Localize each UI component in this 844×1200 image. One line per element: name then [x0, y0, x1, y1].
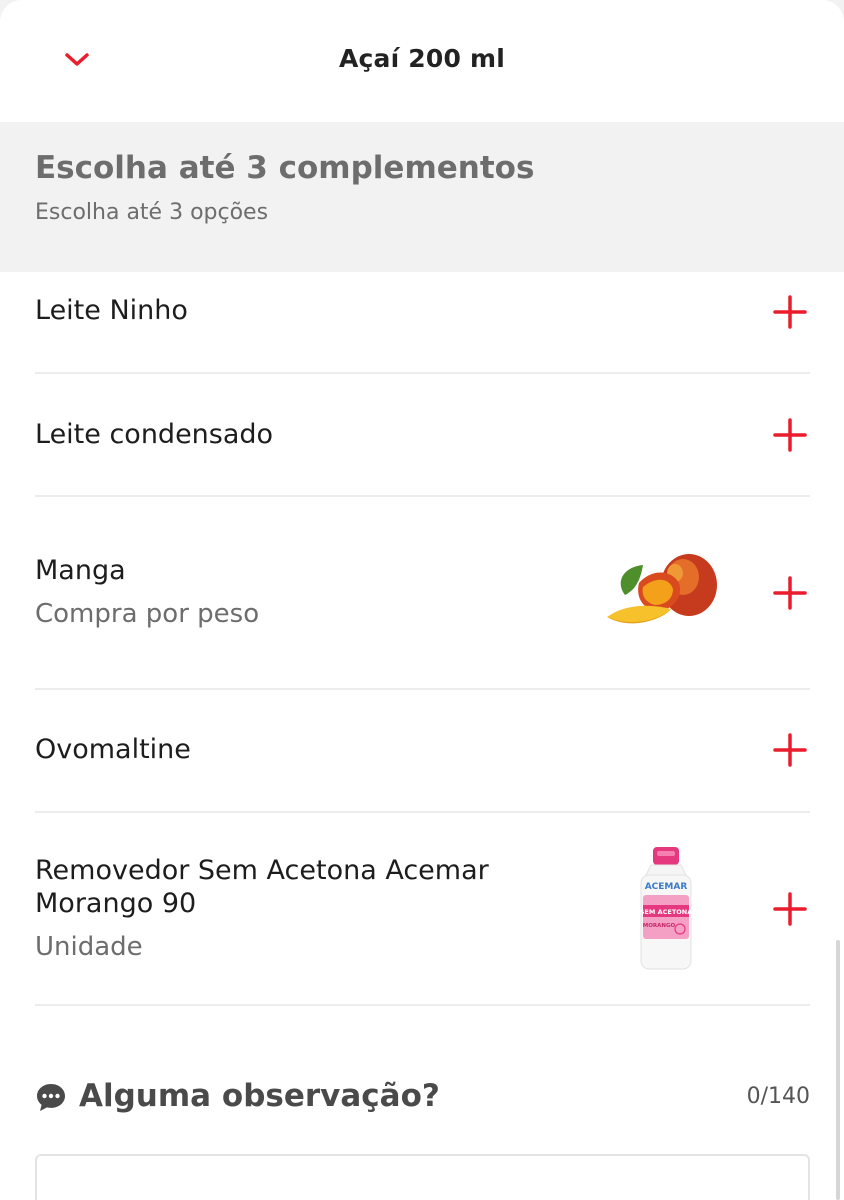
group-subtitle: Escolha até 3 opções [35, 200, 269, 225]
options-sheet: Açaí 200 ml Escolha até 3 complementos E… [0, 0, 844, 1200]
scrollbar[interactable] [836, 940, 840, 1200]
divider [35, 1004, 810, 1006]
add-item-button[interactable] [770, 415, 810, 455]
list-item-leite-condensado[interactable]: Leite condensado [35, 374, 810, 495]
mango-image [607, 554, 717, 624]
item-name-line1: Removedor Sem Acetona Acemar [35, 855, 489, 886]
observation-title: Alguma observação? [79, 1078, 440, 1114]
list-item-manga[interactable]: Manga Compra por peso [35, 497, 810, 688]
page-title: Açaí 200 ml [338, 44, 506, 73]
list-item-leite-ninho[interactable]: Leite Ninho [35, 272, 810, 372]
item-name: Ovomaltine [35, 734, 191, 765]
observation-header: Alguma observação? 0/140 [35, 1076, 810, 1126]
bottle-flavor-text: MORANGO [643, 923, 676, 929]
add-item-button[interactable] [770, 730, 810, 770]
group-header [0, 122, 844, 272]
list-item-ovomaltine[interactable]: Ovomaltine [35, 690, 810, 811]
bottle-brand-text: ACEMAR [645, 882, 688, 892]
acemar-bottle-image: ACEMAR SEM ACETONA MORANGO [640, 847, 693, 970]
add-item-button[interactable] [770, 292, 810, 332]
plus-icon [773, 295, 807, 329]
item-name: Manga [35, 555, 126, 586]
plus-icon [773, 576, 807, 610]
list-item-removedor-acemar[interactable]: Removedor Sem Acetona Acemar Morango 90 … [35, 813, 810, 1004]
item-subtitle: Compra por peso [35, 599, 260, 629]
item-name: Leite Ninho [35, 295, 188, 326]
bottle-label-text: SEM ACETONA [640, 908, 693, 916]
header: Açaí 200 ml [0, 0, 844, 122]
item-name: Leite condensado [35, 419, 274, 450]
plus-icon [773, 733, 807, 767]
group-title: Escolha até 3 complementos [35, 150, 535, 186]
add-item-button[interactable] [770, 889, 810, 929]
add-item-button[interactable] [770, 573, 810, 613]
chat-bubble-icon [37, 1084, 65, 1111]
item-subtitle: Unidade [35, 932, 143, 962]
observation-textarea[interactable] [35, 1154, 810, 1200]
plus-icon [773, 418, 807, 452]
plus-icon [773, 892, 807, 926]
character-counter: 0/140 [746, 1084, 810, 1109]
item-name-line2: Morango 90 [35, 888, 197, 919]
